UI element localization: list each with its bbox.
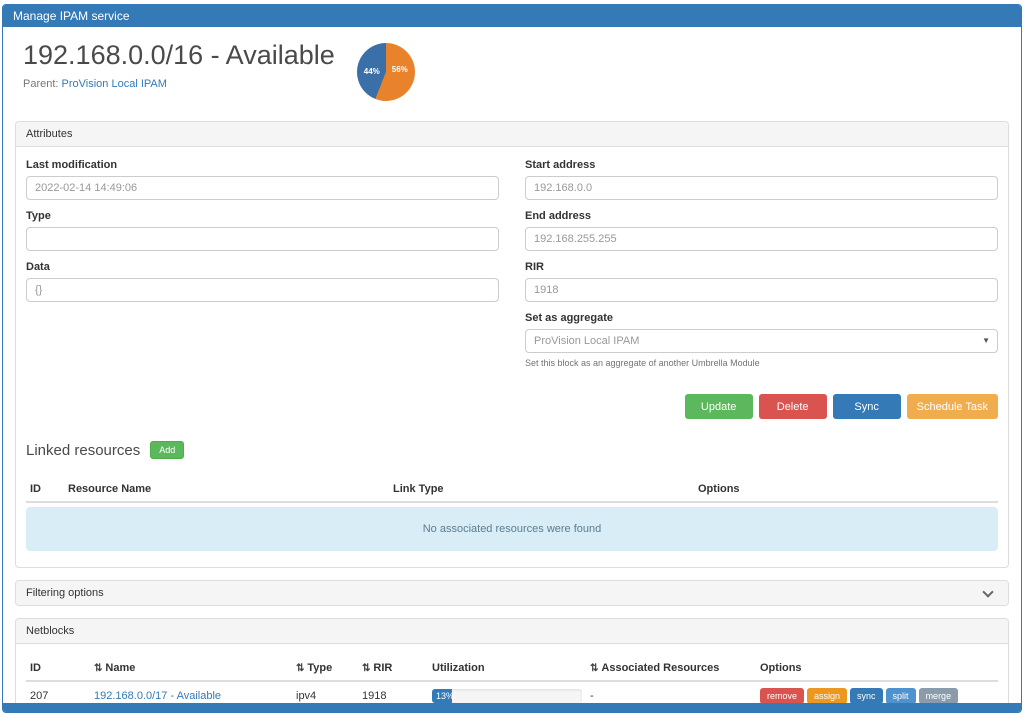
sync-row-button[interactable]: sync — [850, 688, 883, 703]
last-modification-label: Last modification — [26, 159, 499, 171]
netblock-name-link[interactable]: 192.168.0.0/17 - Available — [94, 690, 221, 702]
netblocks-header-row: ID ⇅Name ⇅Type ⇅RIR Utilization ⇅Associa… — [26, 656, 998, 681]
filtering-options-panel: Filtering options — [15, 580, 1009, 606]
rir-field[interactable] — [525, 278, 998, 302]
netblocks-panel-title: Netblocks — [26, 625, 74, 637]
parent-line: Parent: ProVision Local IPAM — [23, 78, 335, 90]
attributes-panel-body: Last modification Type Data — [16, 147, 1008, 567]
utilization-progress: 13% — [432, 689, 582, 703]
netblocks-table: ID ⇅Name ⇅Type ⇅RIR Utilization ⇅Associa… — [26, 656, 998, 703]
nb-col-associated[interactable]: ⇅Associated Resources — [586, 656, 756, 681]
lr-col-link-type: Link Type — [389, 477, 694, 502]
no-resources-alert: No associated resources were found — [26, 507, 998, 551]
form-right-column: Start address End address RIR Set a — [525, 159, 998, 378]
lr-col-options: Options — [694, 477, 998, 502]
end-address-field[interactable] — [525, 227, 998, 251]
data-group: Data — [26, 261, 499, 302]
attributes-panel-title: Attributes — [26, 128, 72, 140]
ipam-window: Manage IPAM service 192.168.0.0/16 - Ava… — [2, 4, 1022, 713]
attributes-panel: Attributes Last modification Type — [15, 121, 1009, 568]
linked-resources-table: ID Resource Name Link Type Options — [26, 477, 998, 503]
page-content: 192.168.0.0/16 - Available Parent: ProVi… — [3, 27, 1021, 703]
rir-label: RIR — [525, 261, 998, 273]
nb-col-options: Options — [756, 656, 998, 681]
type-field[interactable] — [26, 227, 499, 251]
nb-col-type[interactable]: ⇅Type — [292, 656, 358, 681]
parent-label: Parent: — [23, 78, 58, 90]
netblock-row: 207 192.168.0.0/17 - Available ipv4 1918… — [26, 681, 998, 703]
end-address-label: End address — [525, 210, 998, 222]
split-button[interactable]: split — [886, 688, 916, 703]
add-linked-resource-button[interactable]: Add — [150, 441, 184, 459]
end-address-group: End address — [525, 210, 998, 251]
block-title-group: 192.168.0.0/16 - Available Parent: ProVi… — [23, 41, 335, 90]
filtering-options-heading[interactable]: Filtering options — [16, 581, 1008, 605]
netblock-rir: 1918 — [358, 681, 428, 703]
sort-icon: ⇅ — [590, 663, 598, 674]
sync-button[interactable]: Sync — [833, 394, 901, 419]
lr-col-id: ID — [26, 477, 64, 502]
netblock-options: remove assign sync split merge — [760, 688, 958, 703]
filtering-options-title: Filtering options — [26, 587, 104, 599]
action-button-row: Update Delete Sync Schedule Task — [26, 394, 998, 419]
utilization-progress-bar: 13% — [432, 689, 452, 703]
start-address-field[interactable] — [525, 176, 998, 200]
nb-col-rir[interactable]: ⇅RIR — [358, 656, 428, 681]
block-header: 192.168.0.0/16 - Available Parent: ProVi… — [23, 41, 1001, 101]
window-footer-bar — [3, 703, 1021, 712]
aggregate-help-text: Set this block as an aggregate of anothe… — [525, 358, 998, 368]
nb-col-name[interactable]: ⇅Name — [90, 656, 292, 681]
start-address-label: Start address — [525, 159, 998, 171]
aggregate-label: Set as aggregate — [525, 312, 998, 324]
attributes-panel-heading: Attributes — [16, 122, 1008, 147]
data-label: Data — [26, 261, 499, 273]
netblock-type: ipv4 — [292, 681, 358, 703]
delete-button[interactable]: Delete — [759, 394, 827, 419]
linked-resources-heading: Linked resources Add — [26, 441, 998, 459]
netblock-id: 207 — [26, 681, 90, 703]
utilization-pie: 44% 56% — [357, 43, 415, 101]
update-button[interactable]: Update — [685, 394, 753, 419]
linked-resources-title: Linked resources — [26, 442, 140, 459]
last-modification-field[interactable] — [26, 176, 499, 200]
aggregate-select-wrap: ProVision Local IPAM ▼ — [525, 329, 998, 353]
sort-icon: ⇅ — [296, 663, 304, 674]
parent-link[interactable]: ProVision Local IPAM — [62, 78, 167, 90]
last-modification-group: Last modification — [26, 159, 499, 200]
window-titlebar: Manage IPAM service — [3, 5, 1021, 27]
pie-label-blue: 44% — [364, 67, 380, 76]
rir-group: RIR — [525, 261, 998, 302]
type-label: Type — [26, 210, 499, 222]
page-title: 192.168.0.0/16 - Available — [23, 41, 335, 71]
aggregate-group: Set as aggregate ProVision Local IPAM ▼ … — [525, 312, 998, 368]
netblock-associated: - — [586, 681, 756, 703]
netblocks-panel: Netblocks ID ⇅Name ⇅Type ⇅RIR Utilizatio… — [15, 618, 1009, 703]
pie-label-orange: 56% — [392, 65, 408, 74]
data-field[interactable] — [26, 278, 499, 302]
lr-col-resource-name: Resource Name — [64, 477, 389, 502]
form-left-column: Last modification Type Data — [26, 159, 499, 378]
remove-button[interactable]: remove — [760, 688, 804, 703]
netblocks-panel-body: ID ⇅Name ⇅Type ⇅RIR Utilization ⇅Associa… — [16, 644, 1008, 703]
netblocks-panel-heading: Netblocks — [16, 619, 1008, 644]
linked-resources-header-row: ID Resource Name Link Type Options — [26, 477, 998, 502]
sort-icon: ⇅ — [94, 663, 102, 674]
schedule-task-button[interactable]: Schedule Task — [907, 394, 998, 419]
nb-col-utilization: Utilization — [428, 656, 586, 681]
merge-button[interactable]: merge — [919, 688, 959, 703]
start-address-group: Start address — [525, 159, 998, 200]
chevron-down-icon[interactable] — [982, 586, 993, 597]
sort-icon: ⇅ — [362, 663, 370, 674]
nb-col-id: ID — [26, 656, 90, 681]
type-group: Type — [26, 210, 499, 251]
assign-button[interactable]: assign — [807, 688, 847, 703]
aggregate-select[interactable]: ProVision Local IPAM — [525, 329, 998, 353]
attributes-form: Last modification Type Data — [26, 159, 998, 378]
